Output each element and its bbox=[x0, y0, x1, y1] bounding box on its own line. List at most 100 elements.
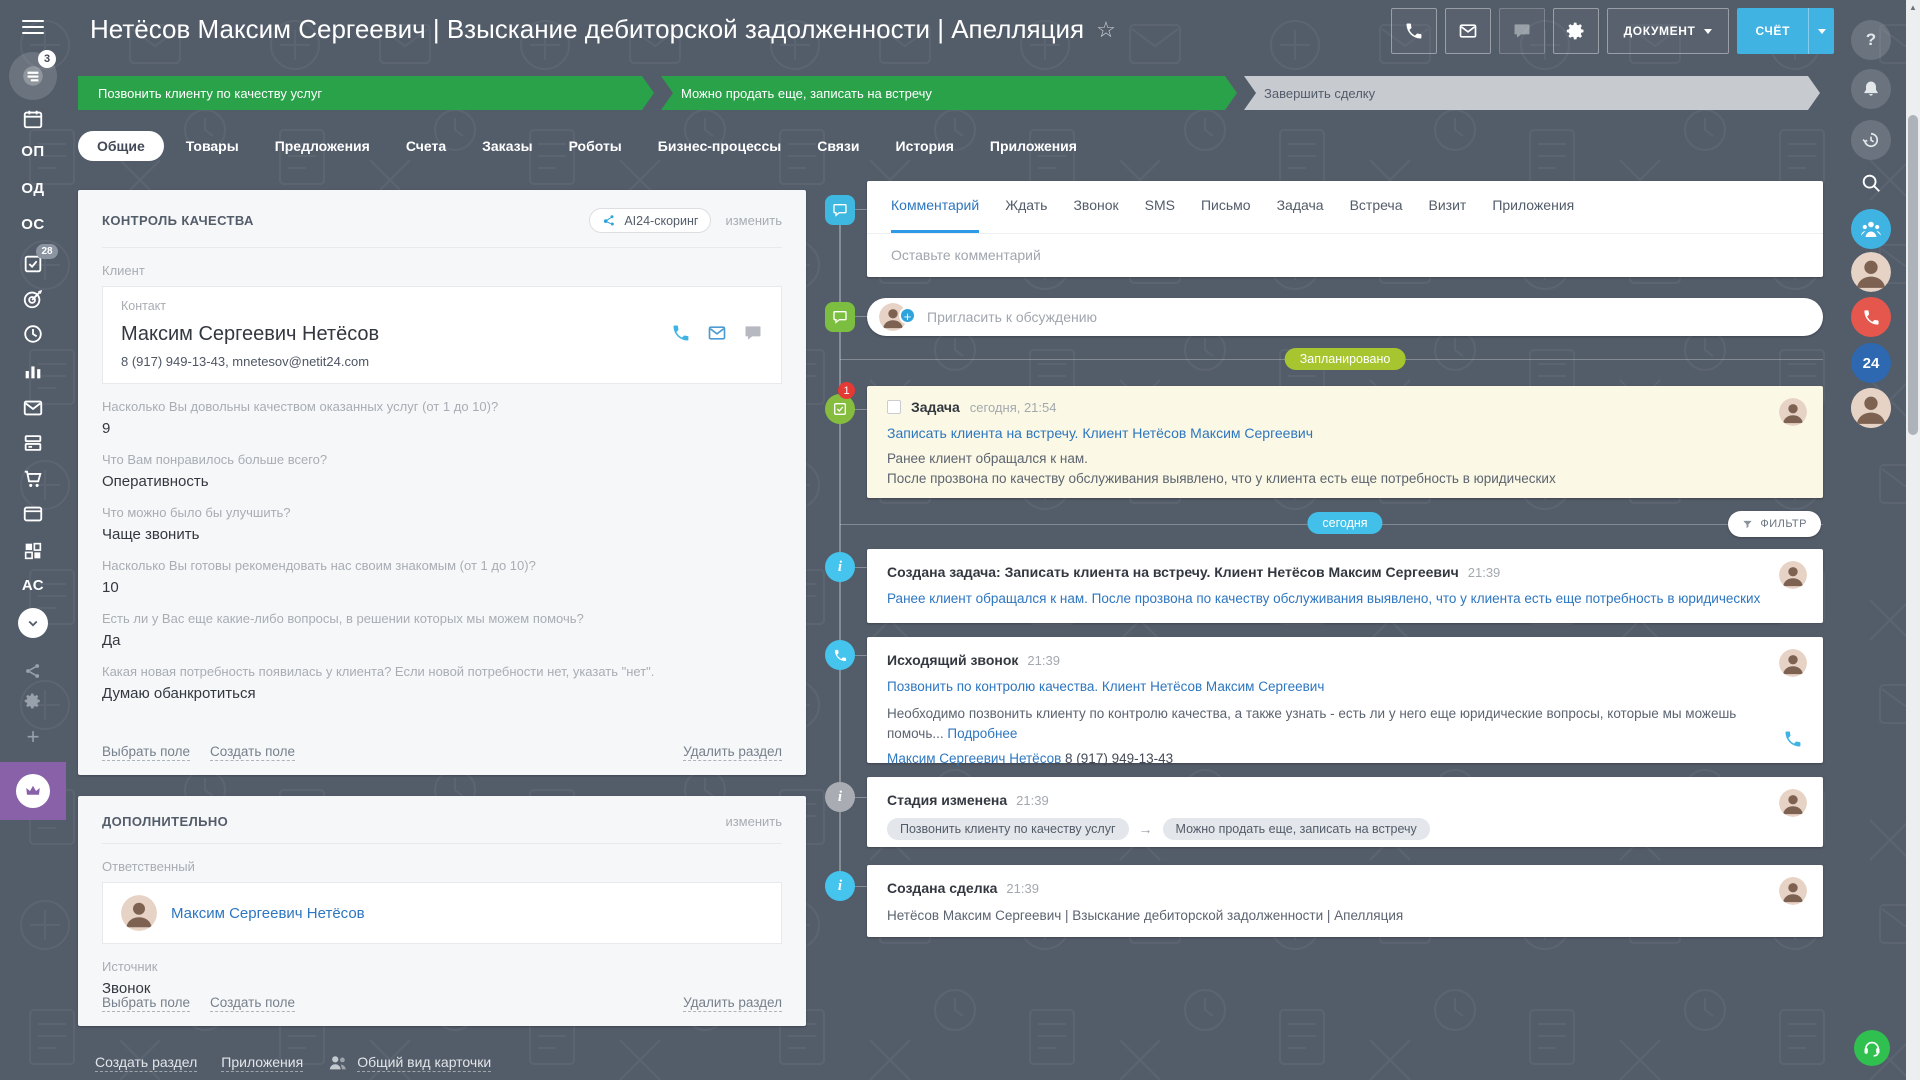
tab-orders[interactable]: Заказы bbox=[468, 131, 546, 161]
sidebar-item-od[interactable]: ОД bbox=[0, 180, 66, 197]
tab-wait[interactable]: Ждать bbox=[1005, 181, 1047, 233]
group-chat-avatar[interactable] bbox=[1851, 252, 1891, 292]
sidebar-item-reports[interactable] bbox=[0, 360, 66, 382]
sidebar-item-time[interactable] bbox=[0, 323, 66, 345]
telephony-button[interactable] bbox=[1851, 297, 1891, 337]
edit-section-link[interactable]: изменить bbox=[725, 814, 782, 829]
tab-robots[interactable]: Роботы bbox=[555, 131, 636, 161]
sidebar-item-apps-grid[interactable] bbox=[0, 540, 66, 562]
create-field-link[interactable]: Создать поле bbox=[210, 744, 295, 761]
user-avatar[interactable] bbox=[1851, 388, 1891, 428]
sidebar-add-item-button[interactable]: + bbox=[0, 724, 66, 750]
team-support-button[interactable] bbox=[1851, 209, 1891, 249]
tab-call[interactable]: Звонок bbox=[1073, 181, 1118, 233]
question-value[interactable]: Оперативность bbox=[102, 473, 782, 490]
contact-link[interactable]: Максим Сергеевич Нетёсов bbox=[887, 751, 1061, 766]
sidebar-item-drive[interactable] bbox=[0, 432, 66, 454]
scroll-up-arrow[interactable]: ▲ bbox=[1906, 3, 1920, 12]
ai24-scoring-badge[interactable]: AI24-скоринг bbox=[589, 208, 711, 233]
tab-sms[interactable]: SMS bbox=[1145, 181, 1175, 233]
question-value[interactable]: 9 bbox=[102, 420, 782, 437]
sidebar-item-op[interactable]: ОП bbox=[0, 143, 66, 160]
tab-visit[interactable]: Визит bbox=[1429, 181, 1467, 233]
tab-history[interactable]: История bbox=[882, 131, 968, 161]
call-subject-link[interactable]: Позвонить по контролю качества. Клиент Н… bbox=[887, 679, 1324, 694]
sidebar-item-mail[interactable] bbox=[0, 397, 66, 419]
entry-title: Исходящий звонок bbox=[887, 652, 1018, 668]
invite-to-discussion-input[interactable]: + Пригласить к обсуждению bbox=[867, 298, 1823, 336]
delete-section-link[interactable]: Удалить раздел bbox=[683, 995, 782, 1012]
contact-card[interactable]: Контакт Максим Сергеевич Нетёсов 8 (917)… bbox=[102, 286, 782, 384]
plus-icon: + bbox=[27, 724, 40, 750]
tab-letter[interactable]: Письмо bbox=[1201, 181, 1251, 233]
settings-button[interactable] bbox=[1553, 8, 1599, 54]
sidebar-item-settings[interactable] bbox=[0, 692, 66, 710]
question-value[interactable]: 10 bbox=[102, 579, 782, 596]
email-button[interactable] bbox=[1445, 8, 1491, 54]
create-section-link[interactable]: Создать раздел bbox=[95, 1054, 197, 1072]
sidebar-item-as[interactable]: АС bbox=[0, 577, 66, 594]
chat-icon[interactable] bbox=[743, 323, 763, 343]
scrollbar-thumb[interactable] bbox=[1908, 115, 1918, 435]
tab-products[interactable]: Товары bbox=[172, 131, 253, 161]
sidebar-item-active-crm-marketing[interactable] bbox=[0, 762, 66, 820]
task-checkbox[interactable] bbox=[887, 400, 901, 414]
comment-input[interactable]: Оставьте комментарий bbox=[867, 234, 1823, 276]
stage-call-client[interactable]: Позвонить клиенту по качеству услуг bbox=[78, 76, 654, 110]
notifications-button[interactable] bbox=[1851, 69, 1891, 109]
responsible-name-link[interactable]: Максим Сергеевич Нетёсов bbox=[171, 905, 365, 922]
create-field-link[interactable]: Создать поле bbox=[210, 995, 295, 1012]
filter-button[interactable]: ФИЛЬТР bbox=[1728, 511, 1821, 537]
apps-link[interactable]: Приложения bbox=[221, 1054, 303, 1072]
tab-links[interactable]: Связи bbox=[803, 131, 873, 161]
tab-meeting[interactable]: Встреча bbox=[1350, 181, 1403, 233]
dialog-history-button[interactable] bbox=[1851, 120, 1891, 160]
sidebar-collapse-button[interactable] bbox=[0, 608, 66, 638]
question-value[interactable]: Да bbox=[102, 632, 782, 649]
sidebar-item-calendar[interactable] bbox=[0, 108, 66, 130]
chat-button[interactable] bbox=[1499, 8, 1545, 54]
favorite-star-icon[interactable]: ☆ bbox=[1096, 17, 1116, 43]
task-title-link[interactable]: Записать клиента на встречу. Клиент Нетё… bbox=[887, 425, 1313, 441]
sidebar-item-network[interactable] bbox=[0, 661, 66, 681]
call-back-icon[interactable] bbox=[1783, 729, 1803, 749]
main-menu-button[interactable] bbox=[0, 16, 66, 38]
mail-icon[interactable] bbox=[707, 323, 727, 343]
support-chat-button[interactable] bbox=[1854, 1030, 1890, 1066]
bitrix24-badge[interactable]: 24 bbox=[1851, 343, 1891, 383]
tab-task[interactable]: Задача bbox=[1277, 181, 1324, 233]
card-view-link[interactable]: Общий вид карточки bbox=[327, 1052, 491, 1074]
stage-close-deal[interactable]: Завершить сделку bbox=[1244, 76, 1820, 110]
invoice-dropdown-button[interactable] bbox=[1808, 8, 1834, 54]
stage-to-chip: Можно продать еще, записать на встречу bbox=[1163, 818, 1430, 840]
sidebar-item-crm[interactable] bbox=[0, 288, 66, 310]
tab-quotes[interactable]: Предложения bbox=[261, 131, 384, 161]
sidebar-item-sites[interactable] bbox=[0, 503, 66, 525]
phone-icon[interactable] bbox=[671, 323, 691, 343]
question-value[interactable]: Думаю обанкротиться bbox=[102, 685, 782, 702]
search-button[interactable] bbox=[1851, 163, 1891, 203]
vertical-scrollbar[interactable]: ▲ bbox=[1906, 0, 1920, 1080]
add-user-plus-icon: + bbox=[899, 307, 916, 324]
tab-invoices[interactable]: Счета bbox=[392, 131, 460, 161]
choose-field-link[interactable]: Выбрать поле bbox=[102, 995, 190, 1012]
sidebar-item-shop[interactable] bbox=[0, 468, 66, 490]
tab-apps[interactable]: Приложения bbox=[976, 131, 1091, 161]
tab-general[interactable]: Общие bbox=[78, 131, 164, 161]
invoice-button[interactable]: СЧЁТ bbox=[1737, 8, 1834, 54]
stage-upsell-meeting[interactable]: Можно продать еще, записать на встречу bbox=[661, 76, 1237, 110]
question-value[interactable]: Чаще звонить bbox=[102, 526, 782, 543]
call-button[interactable] bbox=[1391, 8, 1437, 54]
sidebar-item-os[interactable]: ОС bbox=[0, 216, 66, 233]
edit-section-link[interactable]: изменить bbox=[725, 213, 782, 228]
tab-business-processes[interactable]: Бизнес-процессы bbox=[644, 131, 795, 161]
document-button[interactable]: ДОКУМЕНТ bbox=[1607, 8, 1730, 54]
more-link[interactable]: Подробнее bbox=[947, 726, 1017, 741]
choose-field-link[interactable]: Выбрать поле bbox=[102, 744, 190, 761]
tab-apps[interactable]: Приложения bbox=[1492, 181, 1574, 233]
tab-comment[interactable]: Комментарий bbox=[891, 181, 979, 233]
delete-section-link[interactable]: Удалить раздел bbox=[683, 744, 782, 761]
crown-icon bbox=[24, 782, 42, 800]
entry-body-link[interactable]: Ранее клиент обращался к нам. После проз… bbox=[887, 591, 1760, 606]
help-button[interactable]: ? bbox=[1851, 20, 1891, 60]
